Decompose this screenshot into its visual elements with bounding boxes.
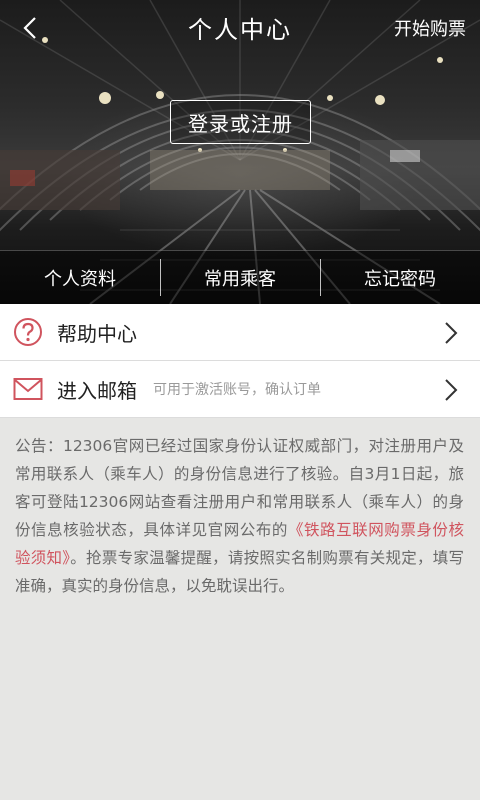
tab-profile[interactable]: 个人资料: [0, 251, 160, 304]
mailbox-row[interactable]: 进入邮箱 可用于激活账号，确认订单: [0, 361, 480, 418]
help-center-row[interactable]: 帮助中心: [0, 304, 480, 361]
chevron-right-icon: [444, 321, 458, 349]
menu-list: 帮助中心 进入邮箱 可用于激活账号，确认订单: [0, 304, 480, 418]
header-banner: 个人中心 开始购票 登录或注册 个人资料 常用乘客 忘记密码: [0, 0, 480, 304]
start-buying-button[interactable]: 开始购票: [394, 15, 466, 41]
mailbox-hint: 可用于激活账号，确认订单: [153, 382, 321, 398]
account-tabs: 个人资料 常用乘客 忘记密码: [0, 250, 480, 304]
help-icon: [13, 317, 43, 347]
tab-forgot-password[interactable]: 忘记密码: [320, 251, 480, 304]
mailbox-label: 进入邮箱: [57, 378, 137, 403]
announcement-text-end: 。抢票专家温馨提醒，请按照实名制购票有关规定，填写准确，真实的身份信息，以免耽误…: [15, 549, 464, 595]
tab-frequent-passengers[interactable]: 常用乘客: [160, 251, 320, 304]
mail-icon: [13, 374, 43, 404]
help-center-label: 帮助中心: [57, 321, 137, 346]
top-bar: 个人中心 开始购票: [0, 0, 480, 56]
chevron-right-icon: [444, 378, 458, 406]
announcement: 公告：12306官网已经过国家身份认证权威部门，对注册用户及常用联系人（乘车人）…: [0, 418, 480, 800]
login-register-button[interactable]: 登录或注册: [170, 100, 311, 144]
